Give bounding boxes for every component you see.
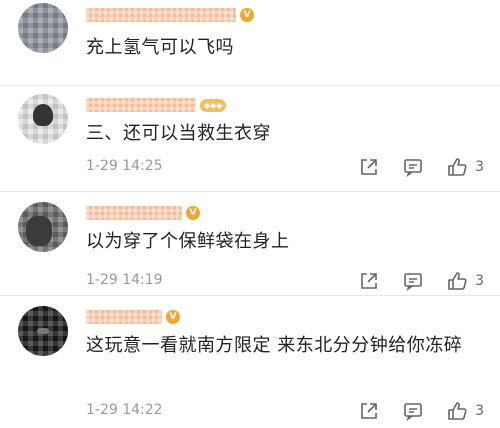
- thumbs-up-icon: [448, 158, 467, 176]
- vip-badge-icon: V: [240, 8, 254, 22]
- avatar-figure: [33, 104, 53, 126]
- vip-badge-icon: V: [166, 310, 180, 324]
- comment-item: V 这玩意一看就南方限定 来东北分分钟给你冻碎 1-29 14:22 3: [0, 296, 500, 428]
- avatar[interactable]: [18, 3, 68, 53]
- username-mosaic: [86, 206, 182, 220]
- comment-actions: 3: [359, 156, 484, 178]
- reply-button[interactable]: [403, 157, 423, 177]
- like-count: 3: [475, 273, 484, 289]
- share-button[interactable]: [359, 271, 379, 291]
- comment-icon: [404, 273, 422, 291]
- username-mosaic: [86, 98, 196, 112]
- avatar-pixelation: [18, 3, 68, 53]
- like-count: 3: [475, 159, 484, 175]
- avatar[interactable]: [18, 94, 68, 144]
- share-button[interactable]: [359, 401, 379, 421]
- avatar-figure: [37, 328, 49, 334]
- comment-timestamp: 1-29 14:22: [86, 402, 163, 418]
- reply-button[interactable]: [403, 401, 423, 421]
- thumbs-up-icon: [448, 402, 467, 420]
- share-icon: [361, 403, 377, 419]
- comment-actions: 3: [359, 400, 484, 422]
- comment-timestamp: 1-29 14:25: [86, 158, 163, 174]
- like-button[interactable]: 3: [447, 157, 484, 177]
- comment-timestamp: 1-29 14:19: [86, 272, 163, 288]
- share-icon: [361, 159, 377, 175]
- like-button[interactable]: 3: [447, 401, 484, 421]
- comment-text: 以为穿了个保鲜袋在身上: [86, 231, 290, 252]
- comment-text: 充上氢气可以飞吗: [86, 37, 234, 58]
- vip-badge-icon: ◆◆◆: [200, 98, 227, 112]
- comment-actions: 3: [359, 270, 484, 292]
- avatar[interactable]: [18, 306, 68, 356]
- comment-text: 三、还可以当救生衣穿: [86, 123, 271, 144]
- thumbs-up-icon: [448, 272, 467, 290]
- username-mosaic: [86, 310, 162, 324]
- avatar-figure: [26, 216, 52, 246]
- like-button[interactable]: 3: [447, 271, 484, 291]
- comment-item: ◆◆◆ 三、还可以当救生衣穿 1-29 14:25 3: [0, 86, 500, 192]
- comment-icon: [404, 159, 422, 177]
- username[interactable]: V: [86, 306, 180, 328]
- like-count: 3: [475, 403, 484, 419]
- share-icon: [361, 273, 377, 289]
- comment-icon: [404, 403, 422, 421]
- share-button[interactable]: [359, 157, 379, 177]
- avatar[interactable]: [18, 202, 68, 252]
- comment-item: V 以为穿了个保鲜袋在身上 1-29 14:19 3: [0, 192, 500, 296]
- username[interactable]: ◆◆◆: [86, 94, 227, 116]
- comment-item: V 充上氢气可以飞吗: [0, 0, 500, 86]
- username[interactable]: V: [86, 202, 200, 224]
- username-mosaic: [86, 8, 236, 22]
- comment-text: 这玩意一看就南方限定 来东北分分钟给你冻碎: [86, 335, 463, 356]
- reply-button[interactable]: [403, 271, 423, 291]
- vip-badge-icon: V: [186, 206, 200, 220]
- username[interactable]: V: [86, 4, 254, 26]
